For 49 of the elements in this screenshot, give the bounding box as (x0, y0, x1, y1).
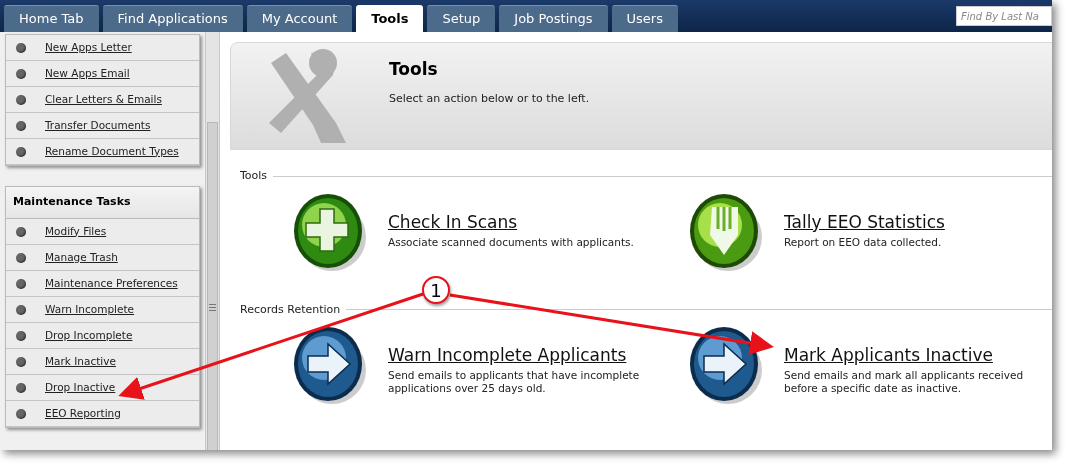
nav-tab[interactable]: Job Postings (499, 5, 608, 32)
page-subtitle: Select an action below or to the left. (389, 90, 590, 107)
bullet-icon (16, 382, 26, 393)
bullet-icon (16, 330, 26, 341)
sidebar-link[interactable]: Drop Inactive (45, 379, 116, 396)
nav-tab[interactable]: Tools (356, 5, 424, 32)
scrollbar-thumb[interactable] (207, 122, 218, 450)
action-link[interactable]: Check In Scans (388, 210, 650, 233)
bullet-icon (16, 304, 26, 315)
bullet-icon (16, 42, 26, 53)
bullet-icon (16, 278, 26, 289)
bullet-icon (16, 120, 26, 131)
panel-title: Maintenance Tasks (13, 194, 131, 211)
bullet-icon (16, 68, 26, 79)
sidebar-link[interactable]: Maintenance Preferences (45, 275, 178, 292)
action-description: Send emails to applicants that have incomplete applications over 25 days old. (388, 369, 641, 395)
grip-icon (209, 304, 216, 311)
action-link[interactable]: Tally EEO Statistics (784, 210, 1046, 233)
sidebar-link[interactable]: Rename Document Types (45, 143, 179, 160)
nav-tab[interactable]: Users (611, 5, 678, 32)
section-label: Records Retention (240, 301, 341, 318)
nav-tab[interactable]: Find Applications (102, 5, 243, 32)
sidebar-link[interactable]: Warn Incomplete (45, 301, 135, 318)
bullet-icon (16, 94, 26, 105)
nav-tab[interactable]: Setup (427, 5, 496, 32)
sidebar-link[interactable]: Clear Letters & Emails (45, 91, 162, 108)
page-title: Tools (389, 58, 439, 81)
bullet-icon (16, 252, 26, 263)
sidebar-link[interactable]: Modify Files (45, 223, 107, 240)
sidebar-link[interactable]: Manage Trash (45, 249, 118, 266)
sidebar-link[interactable]: New Apps Email (45, 65, 130, 82)
sidebar-link[interactable]: New Apps Letter (45, 39, 132, 56)
action-description: Send emails and mark all applicants received before a specific date as inactive. (784, 369, 1025, 395)
sidebar-link[interactable]: Mark Inactive (45, 353, 116, 370)
action-link[interactable]: Warn Incomplete Applicants (388, 344, 650, 366)
bullet-icon (16, 408, 26, 419)
section-label: Tools (240, 168, 268, 184)
bullet-icon (16, 356, 26, 367)
bullet-icon (16, 226, 26, 237)
action-link[interactable]: Mark Applicants Inactive (784, 344, 1046, 366)
nav-tab[interactable]: My Account (246, 5, 353, 32)
action-description: Associate scanned documents with applicants. (388, 235, 635, 249)
sidebar-link[interactable]: Transfer Documents (45, 117, 151, 134)
action-description: Report on EEO data collected. (784, 235, 943, 249)
nav-tab[interactable]: Home Tab (4, 5, 99, 32)
search-field[interactable]: Find By Last Na (956, 6, 1052, 26)
sidebar-link[interactable]: EEO Reporting (45, 405, 121, 422)
sidebar-link[interactable]: Drop Incomplete (45, 327, 133, 344)
bullet-icon (16, 146, 26, 157)
